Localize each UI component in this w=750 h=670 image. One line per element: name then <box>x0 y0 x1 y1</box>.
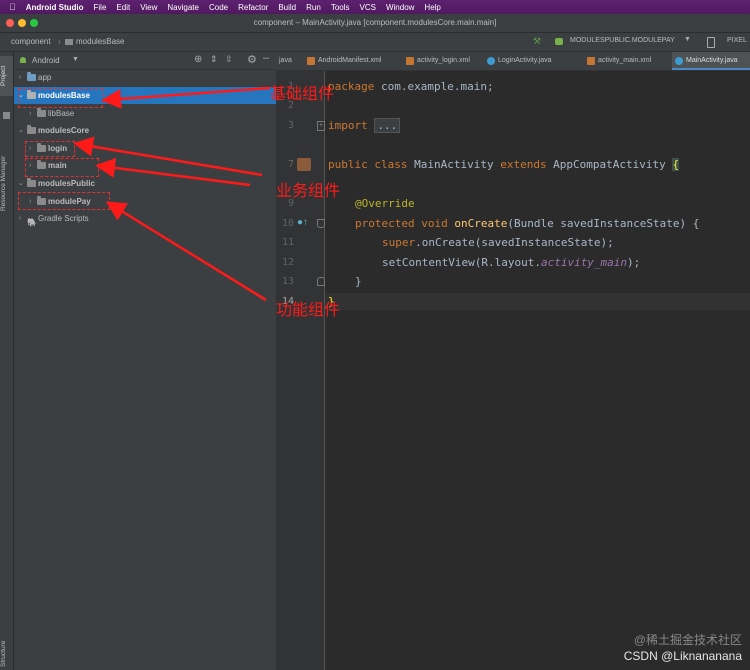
arrow-login <box>73 136 263 177</box>
annotation-label-base: 基础组件 <box>270 86 335 103</box>
annotation-label-feature: 功能组件 <box>276 302 341 319</box>
watermark: @稀土掘金技术社区 CSDN @Liknananana <box>624 632 742 664</box>
watermark-line-1: @稀土掘金技术社区 <box>633 633 742 647</box>
annotation-arrows <box>73 86 271 302</box>
arrow-feature <box>105 201 267 302</box>
arrow-base <box>101 86 271 109</box>
annotation-label-business: 业务组件 <box>276 183 341 200</box>
watermark-line-2: CSDN @Liknananana <box>623 649 742 663</box>
